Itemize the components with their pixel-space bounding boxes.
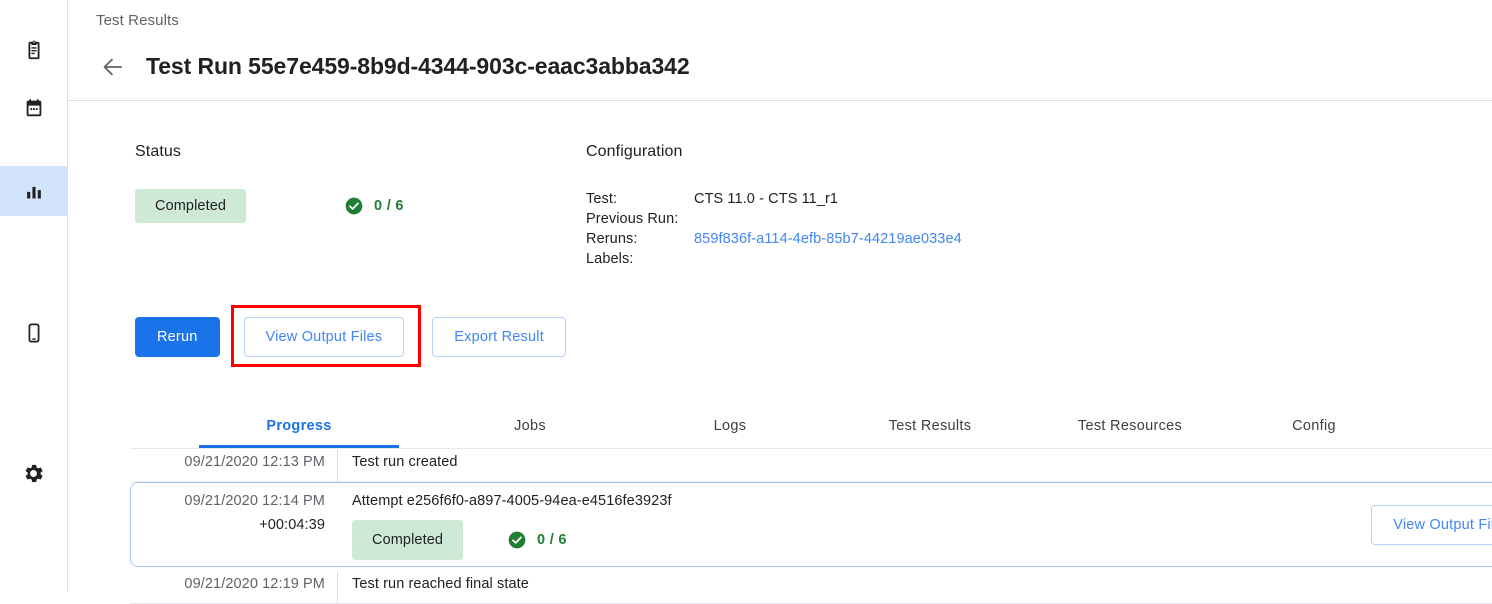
sidebar-item-settings[interactable] <box>0 448 67 498</box>
attempt-count-group: 0 / 6 <box>507 528 567 552</box>
status-row: Completed 0 / 6 <box>135 189 404 223</box>
row-action-area: View Output Files <box>1371 505 1492 545</box>
export-result-button[interactable]: Export Result <box>432 317 566 357</box>
table-row-attempt[interactable]: 09/21/2020 12:14 PM +00:04:39 Attempt e2… <box>130 482 1492 567</box>
status-badge: Completed <box>135 189 246 223</box>
config-key: Reruns: <box>586 229 694 249</box>
config-row-reruns: Reruns: 859f836f-a114-4efb-85b7-44219ae0… <box>586 229 962 249</box>
sidebar <box>0 0 68 592</box>
page-title: Test Run 55e7e459-8b9d-4344-903c-eaac3ab… <box>146 53 690 80</box>
title-row: Test Run 55e7e459-8b9d-4344-903c-eaac3ab… <box>96 38 690 96</box>
config-key: Labels: <box>586 249 694 269</box>
tab-logs[interactable]: Logs <box>664 404 796 448</box>
row-view-output-files-button[interactable]: View Output Files <box>1371 505 1492 545</box>
view-output-files-slot: View Output Files <box>244 317 405 357</box>
sidebar-item-schedules[interactable] <box>0 83 67 133</box>
bar-chart-icon <box>23 180 45 202</box>
sidebar-item-test-plans[interactable] <box>0 25 67 75</box>
attempt-count: 0 / 6 <box>537 528 567 552</box>
config-key: Test: <box>586 189 694 209</box>
tab-test-resources[interactable]: Test Resources <box>1030 404 1230 448</box>
row-timestamp-group: 09/21/2020 12:14 PM +00:04:39 <box>139 489 337 537</box>
status-count: 0 / 6 <box>374 198 404 214</box>
row-message: Attempt e256f6f0-a897-4005-94ea-e4516fe3… <box>352 489 1371 513</box>
row-timestamp: 09/21/2020 12:19 PM <box>139 572 337 596</box>
tab-progress[interactable]: Progress <box>199 404 399 448</box>
table-row[interactable]: 09/21/2020 12:13 PM Test run created <box>130 450 1492 482</box>
tab-bar: Progress Jobs Logs Test Results Test Res… <box>130 404 1492 449</box>
export-result-slot: Export Result <box>432 317 566 357</box>
check-circle-icon <box>507 530 527 550</box>
config-key: Previous Run: <box>586 209 694 229</box>
gear-icon <box>22 462 45 485</box>
configuration-list: Test: CTS 11.0 - CTS 11_r1 Previous Run:… <box>586 189 962 269</box>
check-circle-icon <box>344 196 364 216</box>
breadcrumb[interactable]: Test Results <box>96 12 179 29</box>
row-message: Test run reached final state <box>338 572 1492 596</box>
app-root: Test Results Test Run 55e7e459-8b9d-4344… <box>0 0 1492 592</box>
sidebar-item-devices[interactable] <box>0 308 67 358</box>
active-tab-indicator <box>199 445 399 448</box>
row-timestamp: 09/21/2020 12:14 PM <box>139 489 325 513</box>
row-timestamp: 09/21/2020 12:13 PM <box>139 450 337 474</box>
back-arrow-icon[interactable] <box>96 50 130 84</box>
attempt-meta: Completed 0 / 6 <box>352 520 1371 560</box>
calendar-icon <box>23 97 45 119</box>
tab-jobs[interactable]: Jobs <box>464 404 596 448</box>
page-header: Test Results Test Run 55e7e459-8b9d-4344… <box>68 0 1492 101</box>
tab-test-results[interactable]: Test Results <box>830 404 1030 448</box>
status-heading: Status <box>135 143 181 161</box>
row-attempt-body: Attempt e256f6f0-a897-4005-94ea-e4516fe3… <box>338 489 1371 560</box>
rerun-button[interactable]: Rerun <box>135 317 220 357</box>
config-row-labels: Labels: <box>586 249 962 269</box>
action-button-bar: Rerun View Output Files Export Result <box>135 317 566 357</box>
table-row[interactable]: 09/21/2020 12:19 PM Test run reached fin… <box>130 572 1492 604</box>
view-output-files-button[interactable]: View Output Files <box>244 317 405 357</box>
config-row-previous-run: Previous Run: <box>586 209 962 229</box>
progress-list: 09/21/2020 12:13 PM Test run created 09/… <box>130 450 1492 604</box>
tab-config[interactable]: Config <box>1230 404 1398 448</box>
row-duration: +00:04:39 <box>139 513 325 537</box>
configuration-heading: Configuration <box>586 143 682 161</box>
status-count-group: 0 / 6 <box>344 196 404 216</box>
row-message: Test run created <box>338 450 1492 474</box>
config-row-test: Test: CTS 11.0 - CTS 11_r1 <box>586 189 962 209</box>
sidebar-item-test-results[interactable] <box>0 166 67 216</box>
config-value-test: CTS 11.0 - CTS 11_r1 <box>694 189 838 209</box>
config-value-reruns-link[interactable]: 859f836f-a114-4efb-85b7-44219ae033e4 <box>694 229 962 249</box>
attempt-status-badge: Completed <box>352 520 463 560</box>
main-content: Status Completed 0 / 6 Configuration Tes… <box>68 101 1492 592</box>
clipboard-icon <box>23 39 45 61</box>
rerun-slot: Rerun <box>135 317 220 357</box>
phone-icon <box>23 322 45 344</box>
